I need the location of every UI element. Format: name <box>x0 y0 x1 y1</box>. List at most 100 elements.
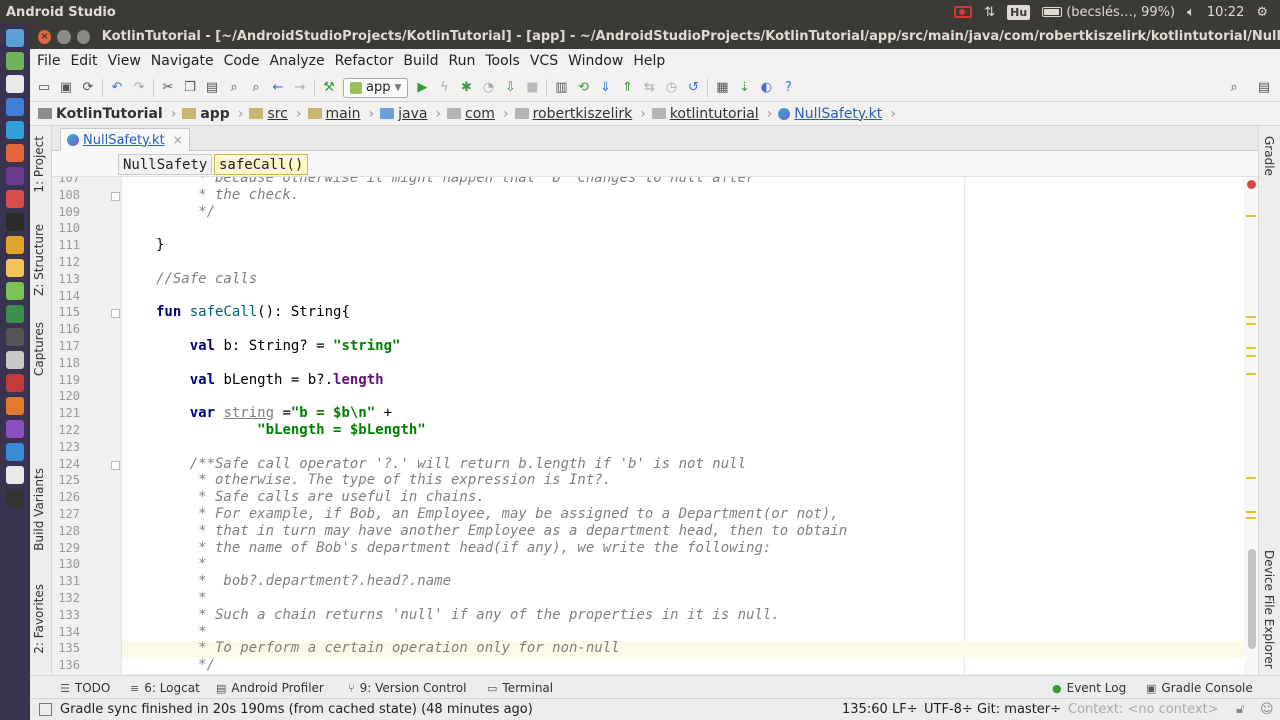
vcs-compare-icon[interactable]: ⇆ <box>641 80 657 96</box>
launcher-app-icon[interactable] <box>6 351 24 369</box>
menu-analyze[interactable]: Analyze <box>269 53 324 69</box>
code-line[interactable]: //Safe calls <box>156 271 257 287</box>
launcher-app-icon[interactable] <box>6 466 24 484</box>
structure-item-function[interactable]: safeCall() <box>214 154 309 175</box>
debug-icon[interactable]: ✱ <box>458 80 474 96</box>
sync-icon[interactable]: ⟳ <box>80 80 96 96</box>
make-project-hammer-icon[interactable]: ⚒ <box>321 80 337 96</box>
code-line[interactable]: "bLength = $bLength" <box>156 422 426 438</box>
search-everywhere-icon[interactable]: ⌕ <box>1226 80 1242 96</box>
code-line[interactable]: fun safeCall(): String{ <box>156 304 350 320</box>
menu-vcs[interactable]: VCS <box>530 53 558 69</box>
tool-tab-version-control[interactable]: ⑂ 9: Version Control <box>348 681 466 695</box>
launcher-app-icon[interactable] <box>6 121 24 139</box>
warning-marker[interactable] <box>1246 323 1256 325</box>
tool-tab-logcat[interactable]: ≡ 6: Logcat <box>130 681 200 695</box>
breadcrumb-item-com[interactable]: com › <box>447 106 509 122</box>
breadcrumb-item-file[interactable]: NullSafety.kt › <box>778 106 896 122</box>
tool-tab-structure[interactable]: Z: Structure <box>32 224 46 296</box>
redo-icon[interactable]: ↷ <box>131 80 147 96</box>
launcher-app-icon[interactable] <box>6 328 24 346</box>
window-close-button[interactable]: × <box>38 29 52 44</box>
copy-icon[interactable]: ❐ <box>182 80 198 96</box>
launcher-app-icon[interactable] <box>6 75 24 93</box>
launcher-app-icon[interactable] <box>6 374 24 392</box>
tool-tab-favorites[interactable]: 2: Favorites <box>32 584 46 654</box>
line-number-gutter[interactable]: 107 108 109 110 111 112 113 114 115 116 117 118 119 1… <box>52 177 122 674</box>
code-line[interactable]: * <box>156 556 206 572</box>
launcher-app-icon[interactable] <box>6 144 24 162</box>
run-icon[interactable]: ▶ <box>414 80 430 96</box>
file-encoding[interactable]: UTF-8÷ <box>924 702 973 717</box>
error-stripe[interactable] <box>1244 177 1258 674</box>
error-indicator-icon[interactable] <box>1247 180 1256 189</box>
menu-edit[interactable]: Edit <box>70 53 97 69</box>
fold-marker-icon[interactable] <box>111 191 120 201</box>
forward-icon[interactable]: → <box>292 80 308 96</box>
stop-icon[interactable]: ■ <box>524 80 540 96</box>
launcher-app-icon[interactable] <box>6 305 24 323</box>
fold-marker-icon[interactable] <box>111 309 120 319</box>
code-line[interactable]: * Safe calls are useful in chains. <box>156 489 485 505</box>
breadcrumb-item-src[interactable]: src › <box>249 106 302 122</box>
breadcrumb-item-main[interactable]: main › <box>307 106 374 122</box>
editor-scrollbar-thumb[interactable] <box>1248 549 1256 649</box>
network-arrows-icon[interactable]: ⇅ <box>984 5 995 20</box>
code-line[interactable]: var string ="b = $b\n" + <box>156 405 392 421</box>
menu-run[interactable]: Run <box>449 53 476 69</box>
breadcrumb-item-app[interactable]: app › <box>182 106 243 122</box>
layout-inspector-icon[interactable]: ◐ <box>758 80 774 96</box>
launcher-app-icon[interactable] <box>6 52 24 70</box>
revert-icon[interactable]: ↺ <box>685 80 701 96</box>
find-icon[interactable]: ⌕ <box>226 80 242 96</box>
power-gear-icon[interactable]: ⚙︎ <box>1256 5 1268 20</box>
window-maximize-button[interactable] <box>76 29 90 44</box>
code-line[interactable]: * otherwise. The type of this expression… <box>156 472 611 488</box>
code-line[interactable]: * that in turn may have another Employee… <box>156 523 847 539</box>
tool-tab-terminal[interactable]: ▭ Terminal <box>487 681 553 695</box>
launcher-app-icon[interactable] <box>6 420 24 438</box>
sdk-manager-icon[interactable]: ⇣ <box>736 80 752 96</box>
launcher-app-icon[interactable] <box>6 397 24 415</box>
line-separator[interactable]: LF÷ <box>892 702 918 717</box>
menu-refactor[interactable]: Refactor <box>335 53 394 69</box>
profile-icon[interactable]: ◔ <box>480 80 496 96</box>
vcs-commit-icon[interactable]: ⇑ <box>619 80 635 96</box>
warning-marker[interactable] <box>1246 355 1256 357</box>
code-line[interactable]: * the name of Bob's department head(if a… <box>156 540 771 556</box>
menu-code[interactable]: Code <box>224 53 260 69</box>
avd-manager-icon[interactable]: ▥ <box>553 80 569 96</box>
menu-window[interactable]: Window <box>568 53 623 69</box>
code-line[interactable]: */ <box>156 204 215 220</box>
launcher-app-icon[interactable] <box>6 167 24 185</box>
fold-marker-icon[interactable] <box>111 460 120 470</box>
keyboard-layout-indicator[interactable]: Hu <box>1007 4 1031 20</box>
run-config-select[interactable]: app ▼ <box>343 77 409 98</box>
menu-navigate[interactable]: Navigate <box>151 53 214 69</box>
warning-marker[interactable] <box>1246 347 1256 349</box>
tool-tab-project[interactable]: 1: Project <box>32 136 46 193</box>
code-line[interactable]: * <box>156 590 206 606</box>
launcher-app-icon[interactable] <box>6 282 24 300</box>
undo-icon[interactable]: ↶ <box>109 80 125 96</box>
tool-tab-gradle[interactable]: Gradle <box>1262 136 1276 176</box>
vcs-update-icon[interactable]: ⇓ <box>597 80 613 96</box>
code-line[interactable]: } <box>156 237 164 253</box>
warning-marker[interactable] <box>1246 373 1256 375</box>
menu-file[interactable]: File <box>37 53 60 69</box>
ide-settings-icon[interactable]: ▤ <box>1256 80 1272 96</box>
git-branch[interactable]: Git: master÷ <box>977 702 1061 717</box>
volume-icon[interactable]: 🔈︎ <box>1187 5 1195 20</box>
breadcrumb-item-project[interactable]: KotlinTutorial › <box>38 106 176 122</box>
project-structure-icon[interactable]: ▦ <box>714 80 730 96</box>
paste-icon[interactable]: ▤ <box>204 80 220 96</box>
status-message[interactable]: Gradle sync finished in 20s 190ms (from … <box>60 702 533 717</box>
code-line[interactable]: * Such a chain returns 'null' if any of … <box>156 607 780 623</box>
launcher-app-icon[interactable] <box>6 236 24 254</box>
menu-help[interactable]: Help <box>633 53 665 69</box>
launcher-app-icon[interactable] <box>6 443 24 461</box>
back-icon[interactable]: ← <box>270 80 286 96</box>
cut-icon[interactable]: ✂ <box>160 80 176 96</box>
warning-marker[interactable] <box>1246 511 1256 513</box>
structure-item-class[interactable]: NullSafety <box>118 154 213 175</box>
